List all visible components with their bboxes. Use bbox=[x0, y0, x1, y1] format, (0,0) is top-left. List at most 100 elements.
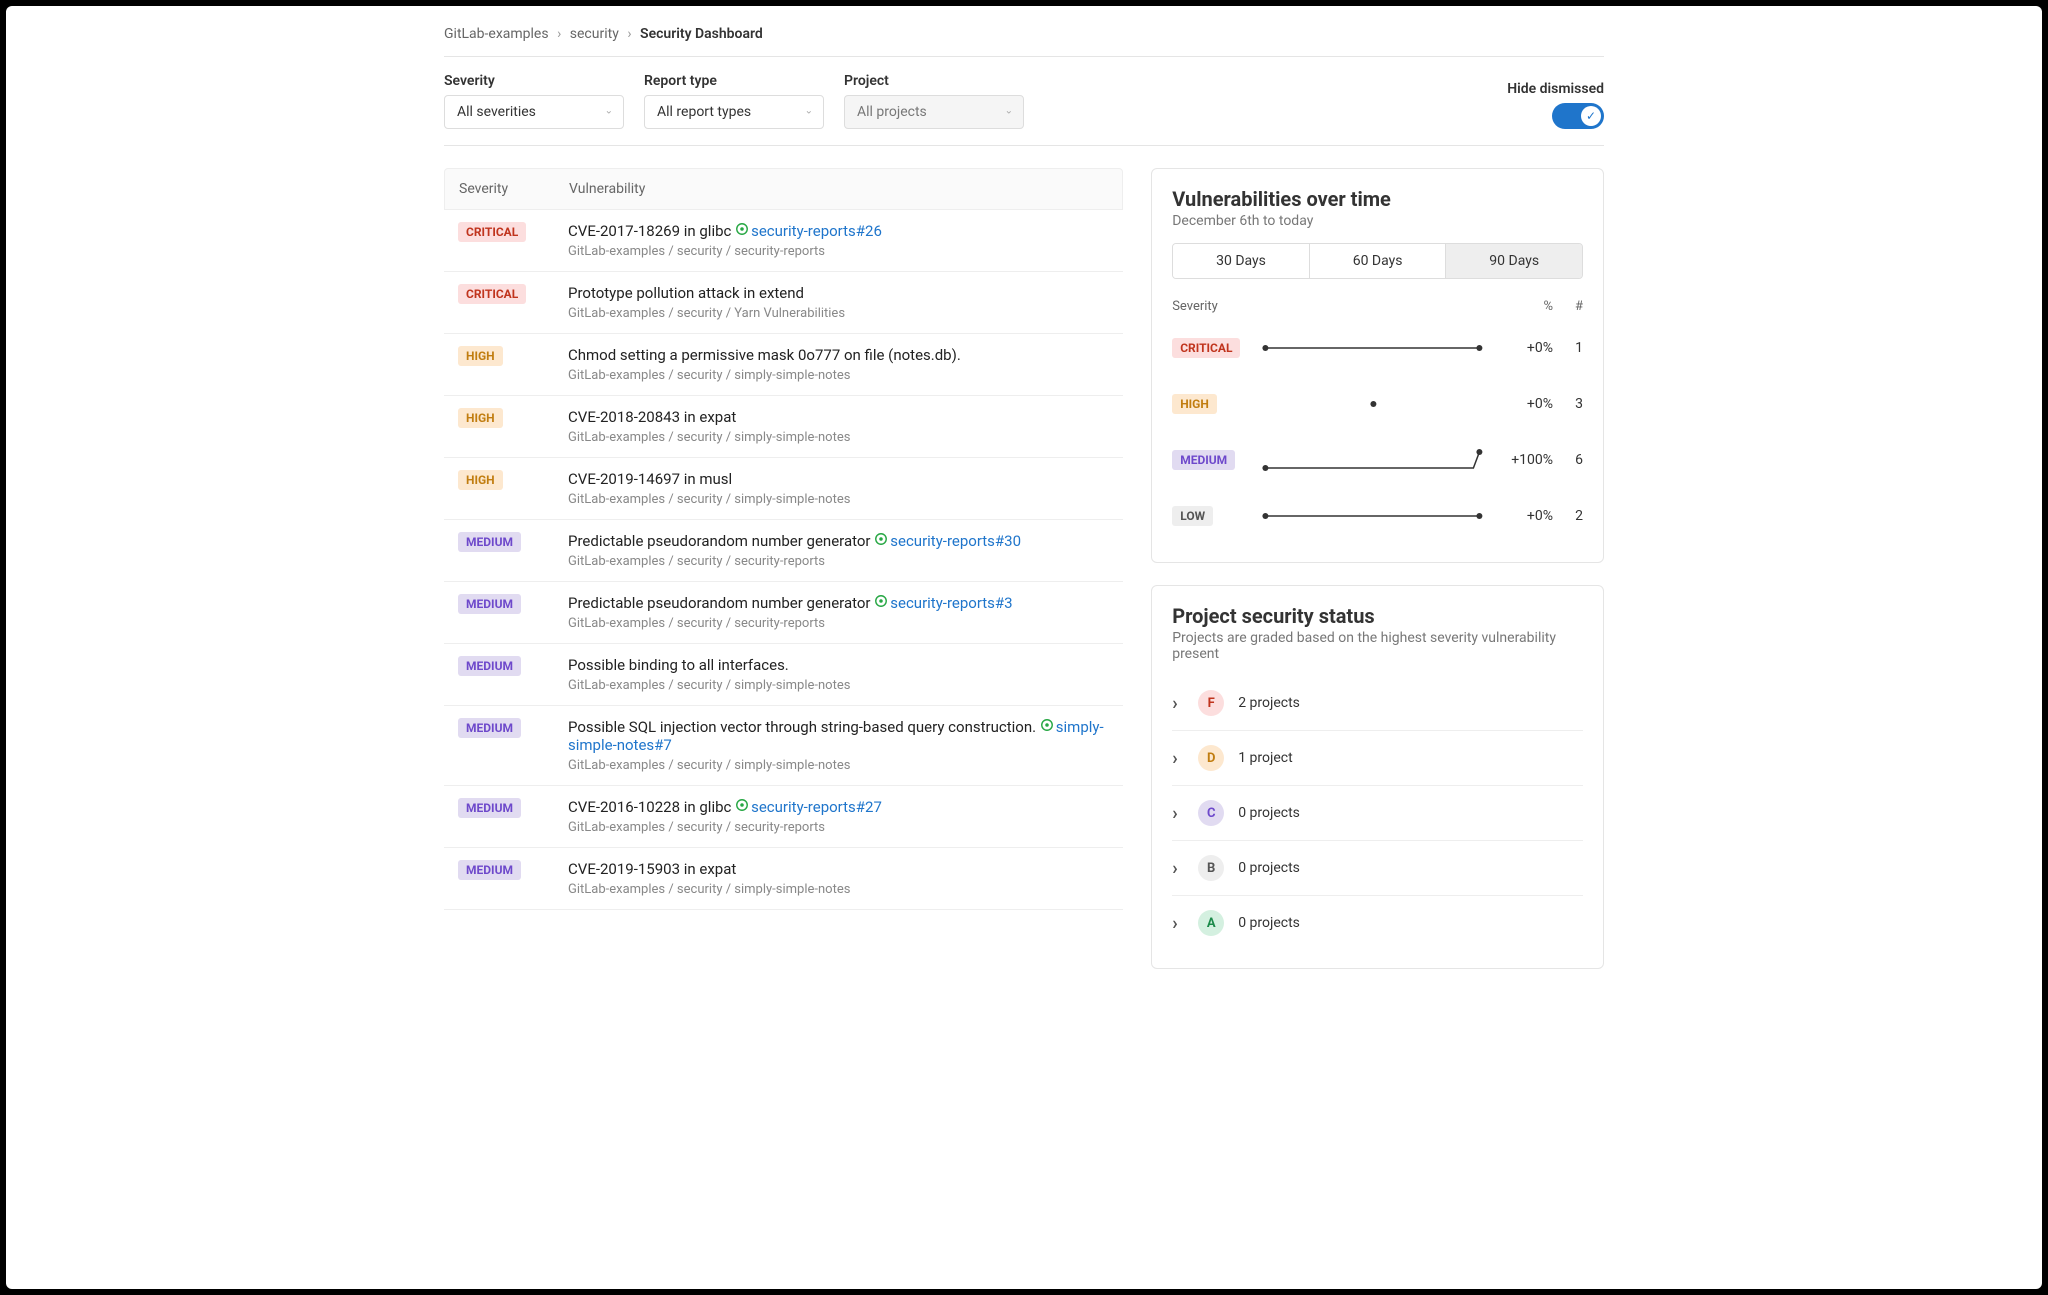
grade-count: 2 projects bbox=[1238, 695, 1300, 711]
trend-row: MEDIUM +100%6 bbox=[1172, 432, 1583, 488]
vuln-title: CVE-2017-18269 in glibc security-reports… bbox=[568, 222, 1109, 240]
grade-badge: D bbox=[1198, 745, 1224, 771]
table-row[interactable]: MEDIUM CVE-2019-15903 in expat GitLab-exam… bbox=[444, 848, 1123, 910]
filter-label-project: Project bbox=[844, 73, 1024, 89]
grade-badge: F bbox=[1198, 690, 1224, 716]
issue-link[interactable]: security-reports#27 bbox=[751, 798, 882, 816]
column-header-severity: Severity bbox=[459, 181, 569, 197]
severity-badge: MEDIUM bbox=[458, 594, 521, 614]
table-row[interactable]: HIGHCVE-2019-14697 in muslGitLab-example… bbox=[444, 458, 1123, 520]
breadcrumb: GitLab-examples › security › Security Da… bbox=[444, 6, 1604, 50]
breadcrumb-item[interactable]: security bbox=[570, 26, 619, 42]
vuln-title: Predictable pseudorandom number generato… bbox=[568, 532, 1109, 550]
table-header: Severity Vulnerability bbox=[444, 168, 1123, 210]
trend-pct: +100% bbox=[1493, 452, 1553, 468]
table-row[interactable]: MEDIUM Predictable pseudorandom number ge… bbox=[444, 520, 1123, 582]
breadcrumb-item[interactable]: GitLab-examples bbox=[444, 26, 549, 42]
vuln-title: CVE-2019-15903 in expat bbox=[568, 860, 1109, 878]
table-row[interactable]: CRITICALCVE-2017-18269 in glibc security… bbox=[444, 210, 1123, 272]
grade-row[interactable]: ›D1 project bbox=[1172, 731, 1583, 786]
trend-pct: +0% bbox=[1493, 340, 1553, 356]
grade-count: 1 project bbox=[1238, 750, 1292, 766]
vuln-path: GitLab-examples / security / security-re… bbox=[568, 820, 1109, 835]
severity-badge: MEDIUM bbox=[458, 532, 521, 552]
panel-subtitle: Projects are graded based on the highest… bbox=[1172, 630, 1583, 662]
table-row[interactable]: MEDIUMPredictable pseudorandom number ge… bbox=[444, 582, 1123, 644]
trend-count: 2 bbox=[1553, 508, 1583, 524]
issue-link[interactable]: security-reports#3 bbox=[890, 594, 1012, 612]
table-row[interactable]: MEDIUMCVE-2016-10228 in glibc security-r… bbox=[444, 786, 1123, 848]
chevron-down-icon: ⌄ bbox=[605, 105, 613, 116]
grade-row[interactable]: › C 0 projects bbox=[1172, 786, 1583, 841]
grade-badge: C bbox=[1198, 800, 1224, 826]
vuln-path: GitLab-examples / security / simply-simp… bbox=[568, 492, 1109, 507]
issue-link-icon bbox=[874, 532, 888, 550]
vuln-path: GitLab-examples / security / simply-simp… bbox=[568, 882, 1109, 897]
chevron-down-icon: ⌄ bbox=[805, 105, 813, 116]
issue-link[interactable]: security-reports#30 bbox=[890, 532, 1021, 550]
vuln-title: CVE-2016-10228 in glibc security-reports… bbox=[568, 798, 1109, 816]
severity-badge: CRITICAL bbox=[458, 284, 526, 304]
vuln-path: GitLab-examples / security / simply-simp… bbox=[568, 368, 1109, 383]
project-select[interactable]: All projects ⌄ bbox=[844, 95, 1024, 129]
vuln-path: GitLab-examples / security / simply-simp… bbox=[568, 430, 1109, 445]
report-type-select[interactable]: All report types ⌄ bbox=[644, 95, 824, 129]
chevron-down-icon: ⌄ bbox=[1005, 105, 1013, 116]
chevron-right-icon: › bbox=[1172, 693, 1184, 714]
table-row[interactable]: CRITICAL Prototype pollution attack in ex… bbox=[444, 272, 1123, 334]
vuln-title: Prototype pollution attack in extend bbox=[568, 284, 1109, 302]
tab-90-days[interactable]: 90 Days bbox=[1445, 244, 1582, 278]
tab-30-days[interactable]: 30 Days bbox=[1173, 244, 1309, 278]
trend-count: 6 bbox=[1553, 452, 1583, 468]
tab-60-days[interactable]: 60 Days bbox=[1309, 244, 1446, 278]
issue-link[interactable]: security-reports#26 bbox=[751, 222, 882, 240]
severity-badge: LOW bbox=[1172, 506, 1213, 526]
table-row[interactable]: MEDIUMPossible binding to all interfaces… bbox=[444, 644, 1123, 706]
vuln-path: GitLab-examples / security / security-re… bbox=[568, 554, 1109, 569]
breadcrumb-current: Security Dashboard bbox=[640, 26, 763, 42]
vuln-title: Chmod setting a permissive mask 0o777 on… bbox=[568, 346, 1109, 364]
grade-count: 0 projects bbox=[1238, 805, 1300, 821]
trend-pct: +0% bbox=[1493, 396, 1553, 412]
filter-label-report-type: Report type bbox=[644, 73, 824, 89]
severity-badge: MEDIUM bbox=[458, 860, 521, 880]
issue-link-icon bbox=[874, 594, 888, 612]
grade-badge: B bbox=[1198, 855, 1224, 881]
trend-header-num: # bbox=[1553, 299, 1583, 314]
sparkline bbox=[1254, 336, 1493, 360]
grade-badge: A bbox=[1198, 910, 1224, 936]
table-row[interactable]: HIGHChmod setting a permissive mask 0o77… bbox=[444, 334, 1123, 396]
vuln-path: GitLab-examples / security / Yarn Vulner… bbox=[568, 306, 1109, 321]
grade-row[interactable]: › F 2 projects bbox=[1172, 676, 1583, 731]
severity-badge: MEDIUM bbox=[458, 718, 521, 738]
chevron-right-icon: › bbox=[557, 26, 561, 42]
severity-select[interactable]: All severities ⌄ bbox=[444, 95, 624, 129]
trend-header-pct: % bbox=[1493, 299, 1553, 314]
time-range-tabs: 30 Days 60 Days 90 Days bbox=[1172, 243, 1583, 279]
vuln-path: GitLab-examples / security / simply-simp… bbox=[568, 678, 1109, 693]
hide-dismissed-toggle[interactable]: ✓ bbox=[1552, 103, 1604, 129]
check-icon: ✓ bbox=[1581, 106, 1601, 126]
panel-title: Vulnerabilities over time bbox=[1172, 187, 1583, 211]
vuln-title: Possible binding to all interfaces. bbox=[568, 656, 1109, 674]
vuln-path: GitLab-examples / security / security-re… bbox=[568, 244, 1109, 259]
grade-count: 0 projects bbox=[1238, 860, 1300, 876]
chevron-right-icon: › bbox=[1172, 803, 1184, 824]
vuln-title: CVE-2019-14697 in musl bbox=[568, 470, 1109, 488]
table-row[interactable]: HIGHCVE-2018-20843 in expatGitLab-exampl… bbox=[444, 396, 1123, 458]
grades-panel: Project security status Projects are gra… bbox=[1151, 585, 1604, 969]
sparkline bbox=[1254, 504, 1493, 528]
table-row[interactable]: MEDIUMPossible SQL injection vector thro… bbox=[444, 706, 1123, 786]
trend-row: HIGH+0%3 bbox=[1172, 376, 1583, 432]
vuln-path: GitLab-examples / security / simply-simp… bbox=[568, 758, 1109, 773]
chevron-right-icon: › bbox=[627, 26, 631, 42]
vulnerability-list: Severity Vulnerability CRITICALCVE-2017-… bbox=[444, 168, 1123, 969]
trend-count: 1 bbox=[1553, 340, 1583, 356]
grade-row[interactable]: ›B0 projects bbox=[1172, 841, 1583, 896]
vuln-title: CVE-2018-20843 in expat bbox=[568, 408, 1109, 426]
grade-row[interactable]: ›A0 projects bbox=[1172, 896, 1583, 950]
severity-badge: HIGH bbox=[1172, 394, 1217, 414]
trend-header-severity: Severity bbox=[1172, 299, 1493, 314]
sparkline bbox=[1254, 392, 1493, 416]
severity-badge: MEDIUM bbox=[1172, 450, 1235, 470]
